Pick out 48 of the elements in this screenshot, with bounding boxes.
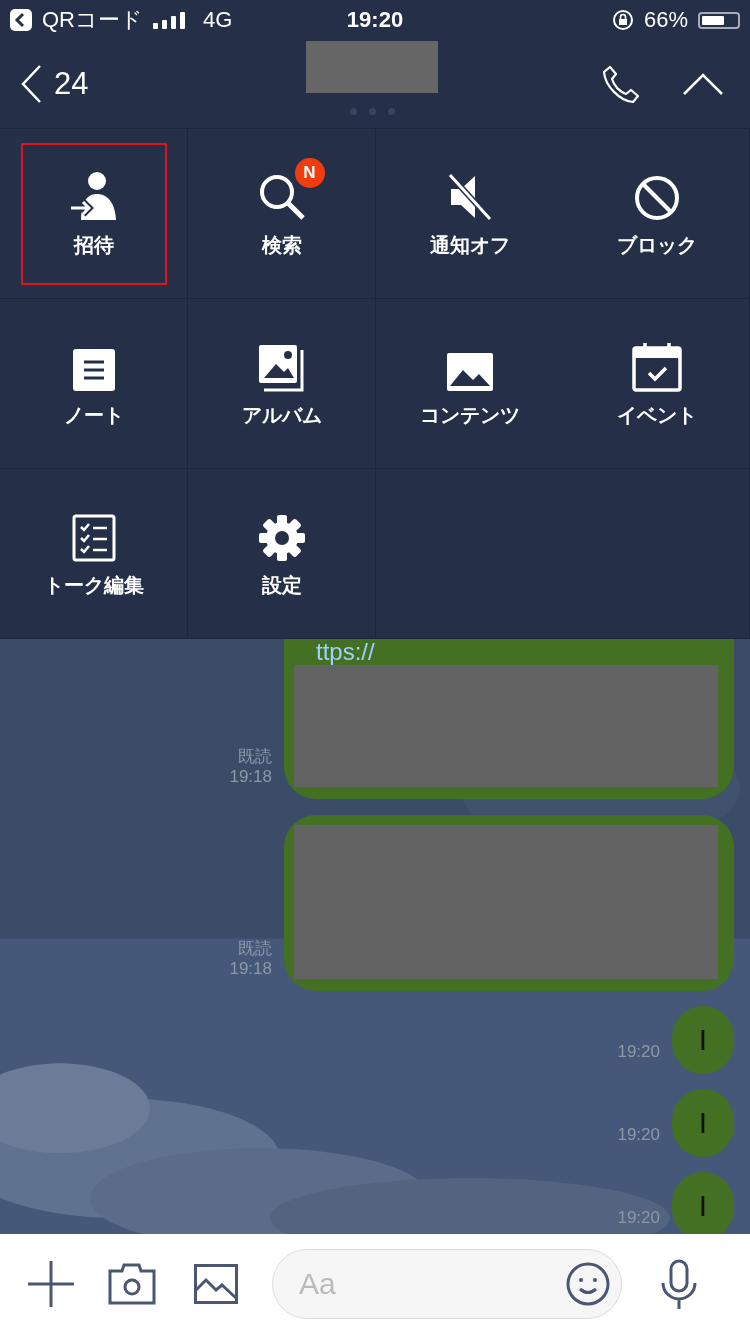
- menu-item[interactable]: ブロック: [583, 142, 730, 285]
- menu-item[interactable]: アルバム: [208, 312, 355, 455]
- message-time: 19:20: [617, 1042, 660, 1062]
- menu-item[interactable]: 設定: [208, 482, 355, 625]
- message-field[interactable]: Aa: [272, 1249, 622, 1319]
- menu-item[interactable]: N 検索: [208, 142, 355, 285]
- back-app-icon[interactable]: [10, 9, 32, 31]
- read-receipt: 既読: [238, 747, 272, 767]
- back-icon[interactable]: [20, 64, 42, 104]
- battery-percent: 66%: [643, 7, 688, 33]
- menu-item[interactable]: トーク編集: [20, 482, 167, 625]
- back-app-label[interactable]: QRコード: [42, 5, 143, 35]
- microphone-icon[interactable]: [660, 1259, 698, 1309]
- person-arrow-icon: [68, 170, 119, 222]
- speaker-muted-icon: [447, 172, 493, 222]
- clock: 19:20: [346, 7, 404, 33]
- message-time: 19:20: [617, 1125, 660, 1145]
- menu-item[interactable]: ノート: [20, 312, 167, 455]
- image-icon: [446, 352, 494, 392]
- message-time: 19:18: [229, 767, 272, 787]
- signal-icon: [153, 11, 185, 29]
- image-icon[interactable]: [194, 1264, 238, 1304]
- settings-icon: [257, 514, 306, 562]
- message-bubble[interactable]: ttps://: [284, 639, 734, 799]
- emoji-icon[interactable]: [566, 1262, 610, 1306]
- note-icon: [71, 348, 116, 392]
- calendar-check-icon: [631, 342, 682, 392]
- photo-stack-icon: [257, 344, 306, 392]
- battery-icon: [698, 11, 740, 29]
- network-type: 4G: [203, 7, 233, 33]
- rotation-lock-icon: [611, 9, 634, 31]
- message-time: 19:18: [229, 959, 272, 979]
- menu-item[interactable]: イベント: [583, 312, 730, 455]
- menu-item[interactable]: 通知オフ: [397, 142, 543, 285]
- unread-count[interactable]: 24: [54, 66, 89, 102]
- phone-icon[interactable]: [602, 64, 640, 104]
- collapse-icon[interactable]: [682, 72, 724, 96]
- menu-item[interactable]: 招待: [20, 142, 167, 285]
- message-time: 19:20: [617, 1208, 660, 1228]
- menu-item[interactable]: コンテンツ: [397, 312, 543, 455]
- camera-icon[interactable]: [108, 1263, 156, 1305]
- message-link[interactable]: ttps://: [316, 639, 718, 665]
- page-dots: [350, 108, 395, 115]
- prohibited-icon: [632, 174, 681, 222]
- checklist-icon: [71, 514, 116, 562]
- add-icon[interactable]: [28, 1261, 74, 1307]
- read-receipt: 既読: [238, 939, 272, 959]
- new-badge: N: [294, 158, 325, 188]
